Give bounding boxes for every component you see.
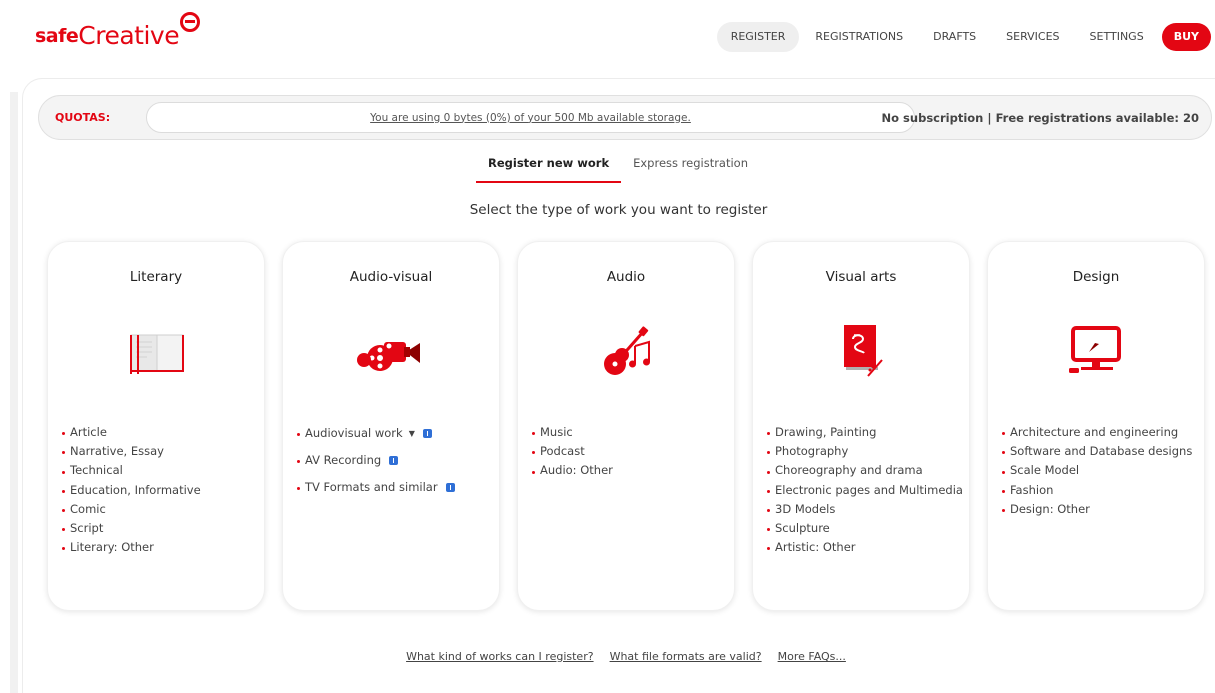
list-item[interactable]: Technical <box>62 461 256 480</box>
storage-usage-link[interactable]: You are using 0 bytes (0%) of your 500 M… <box>370 112 691 124</box>
registration-tabs: Register new work Express registration <box>0 150 1215 183</box>
tab-express-registration[interactable]: Express registration <box>621 150 760 183</box>
nav-settings[interactable]: SETTINGS <box>1076 22 1158 52</box>
list-item[interactable]: Drawing, Painting <box>767 423 961 442</box>
card-audio-visual[interactable]: Audio-visual Audiovisual work ▼ AV Recor… <box>282 241 500 611</box>
list-item-label: AV Recording <box>305 453 382 467</box>
list-item[interactable]: Literary: Other <box>62 538 256 557</box>
card-design[interactable]: Design Architecture and engineering Soft… <box>987 241 1205 611</box>
list-item[interactable]: Podcast <box>532 442 726 461</box>
list-item[interactable]: 3D Models <box>767 500 961 519</box>
list-item[interactable]: Architecture and engineering <box>1002 423 1196 442</box>
logo-creative-text: Creative <box>78 21 180 50</box>
card-title: Audio <box>606 269 646 285</box>
subscription-status: No subscription | Free registrations ava… <box>881 111 1199 125</box>
list-item[interactable]: Photography <box>767 442 961 461</box>
nav-services[interactable]: SERVICES <box>992 22 1073 52</box>
list-item[interactable]: Article <box>62 423 256 442</box>
caret-down-icon[interactable]: ▼ <box>409 420 415 447</box>
list-item[interactable]: Script <box>62 519 256 538</box>
visual-arts-type-list: Drawing, Painting Photography Choreograp… <box>767 423 963 557</box>
safecreative-logo[interactable]: safe Creative <box>35 10 201 50</box>
film-camera-icon <box>357 342 420 371</box>
faq-link-formats[interactable]: What file formats are valid? <box>610 650 762 663</box>
list-item[interactable]: Narrative, Essay <box>62 442 256 461</box>
card-title: Literary <box>129 269 183 285</box>
book-icon <box>130 334 184 374</box>
list-item[interactable]: Audiovisual work ▼ <box>297 420 491 447</box>
faq-link-works[interactable]: What kind of works can I register? <box>406 650 593 663</box>
list-item[interactable]: Electronic pages and Multimedia <box>767 481 963 500</box>
list-item[interactable]: Audio: Other <box>532 461 726 480</box>
nav-registrations[interactable]: REGISTRATIONS <box>801 22 917 52</box>
list-item[interactable]: Education, Informative <box>62 481 256 500</box>
list-item[interactable]: AV Recording <box>297 447 491 474</box>
audio-type-list: Music Podcast Audio: Other <box>532 423 726 481</box>
card-title: Visual arts <box>825 269 897 285</box>
audiovisual-type-list: Audiovisual work ▼ AV Recording TV Forma… <box>297 420 491 501</box>
painting-canvas-icon <box>844 325 883 377</box>
card-title: Design <box>1072 269 1120 285</box>
card-audio[interactable]: Audio Music Podcast Audio: Other <box>517 241 735 611</box>
faq-link-more[interactable]: More FAQs... <box>778 650 846 663</box>
list-item-label: TV Formats and similar <box>305 480 438 494</box>
guitar-music-icon <box>604 326 650 375</box>
quota-bar: QUOTAS: You are using 0 bytes (0%) of yo… <box>38 95 1212 140</box>
literary-type-list: Article Narrative, Essay Technical Educa… <box>62 423 256 557</box>
design-type-list: Architecture and engineering Software an… <box>1002 423 1196 519</box>
section-subtitle: Select the type of work you want to regi… <box>0 202 1215 218</box>
card-visual-arts[interactable]: Visual arts Drawing, Painting Photograph… <box>752 241 970 611</box>
buy-button[interactable]: BUY <box>1161 23 1211 51</box>
list-item[interactable]: Fashion <box>1002 481 1196 500</box>
info-icon[interactable] <box>422 429 432 438</box>
info-icon[interactable] <box>389 456 399 465</box>
list-item[interactable]: Scale Model <box>1002 461 1196 480</box>
nav-drafts[interactable]: DRAFTS <box>919 22 990 52</box>
tab-register-new-work[interactable]: Register new work <box>475 150 622 183</box>
faq-links: What kind of works can I register? What … <box>0 650 1215 663</box>
logo-mark-icon <box>180 12 201 32</box>
list-item[interactable]: Music <box>532 423 726 442</box>
list-item[interactable]: Artistic: Other <box>767 538 961 557</box>
storage-usage-bar[interactable]: You are using 0 bytes (0%) of your 500 M… <box>146 102 915 133</box>
monitor-cursor-icon <box>1069 326 1121 373</box>
info-icon[interactable] <box>445 483 455 492</box>
section-subtitle-text: Select the type of work you want to regi… <box>469 202 768 218</box>
quota-label: QUOTAS: <box>55 111 111 124</box>
nav-register[interactable]: REGISTER <box>716 22 800 52</box>
list-item[interactable]: Choreography and drama <box>767 461 961 480</box>
list-item[interactable]: Comic <box>62 500 256 519</box>
logo-safe-text: safe <box>35 25 79 47</box>
top-nav: REGISTER REGISTRATIONS DRAFTS SERVICES S… <box>715 22 1215 52</box>
list-item[interactable]: Software and Database designs <box>1002 442 1196 461</box>
card-title: Audio-visual <box>349 269 433 285</box>
list-item[interactable]: Design: Other <box>1002 500 1196 519</box>
card-literary[interactable]: Literary Article Narrative, Essay Techni… <box>47 241 265 611</box>
list-item[interactable]: Sculpture <box>767 519 961 538</box>
list-item-label: Audiovisual work <box>305 426 403 440</box>
list-item[interactable]: TV Formats and similar <box>297 474 491 501</box>
